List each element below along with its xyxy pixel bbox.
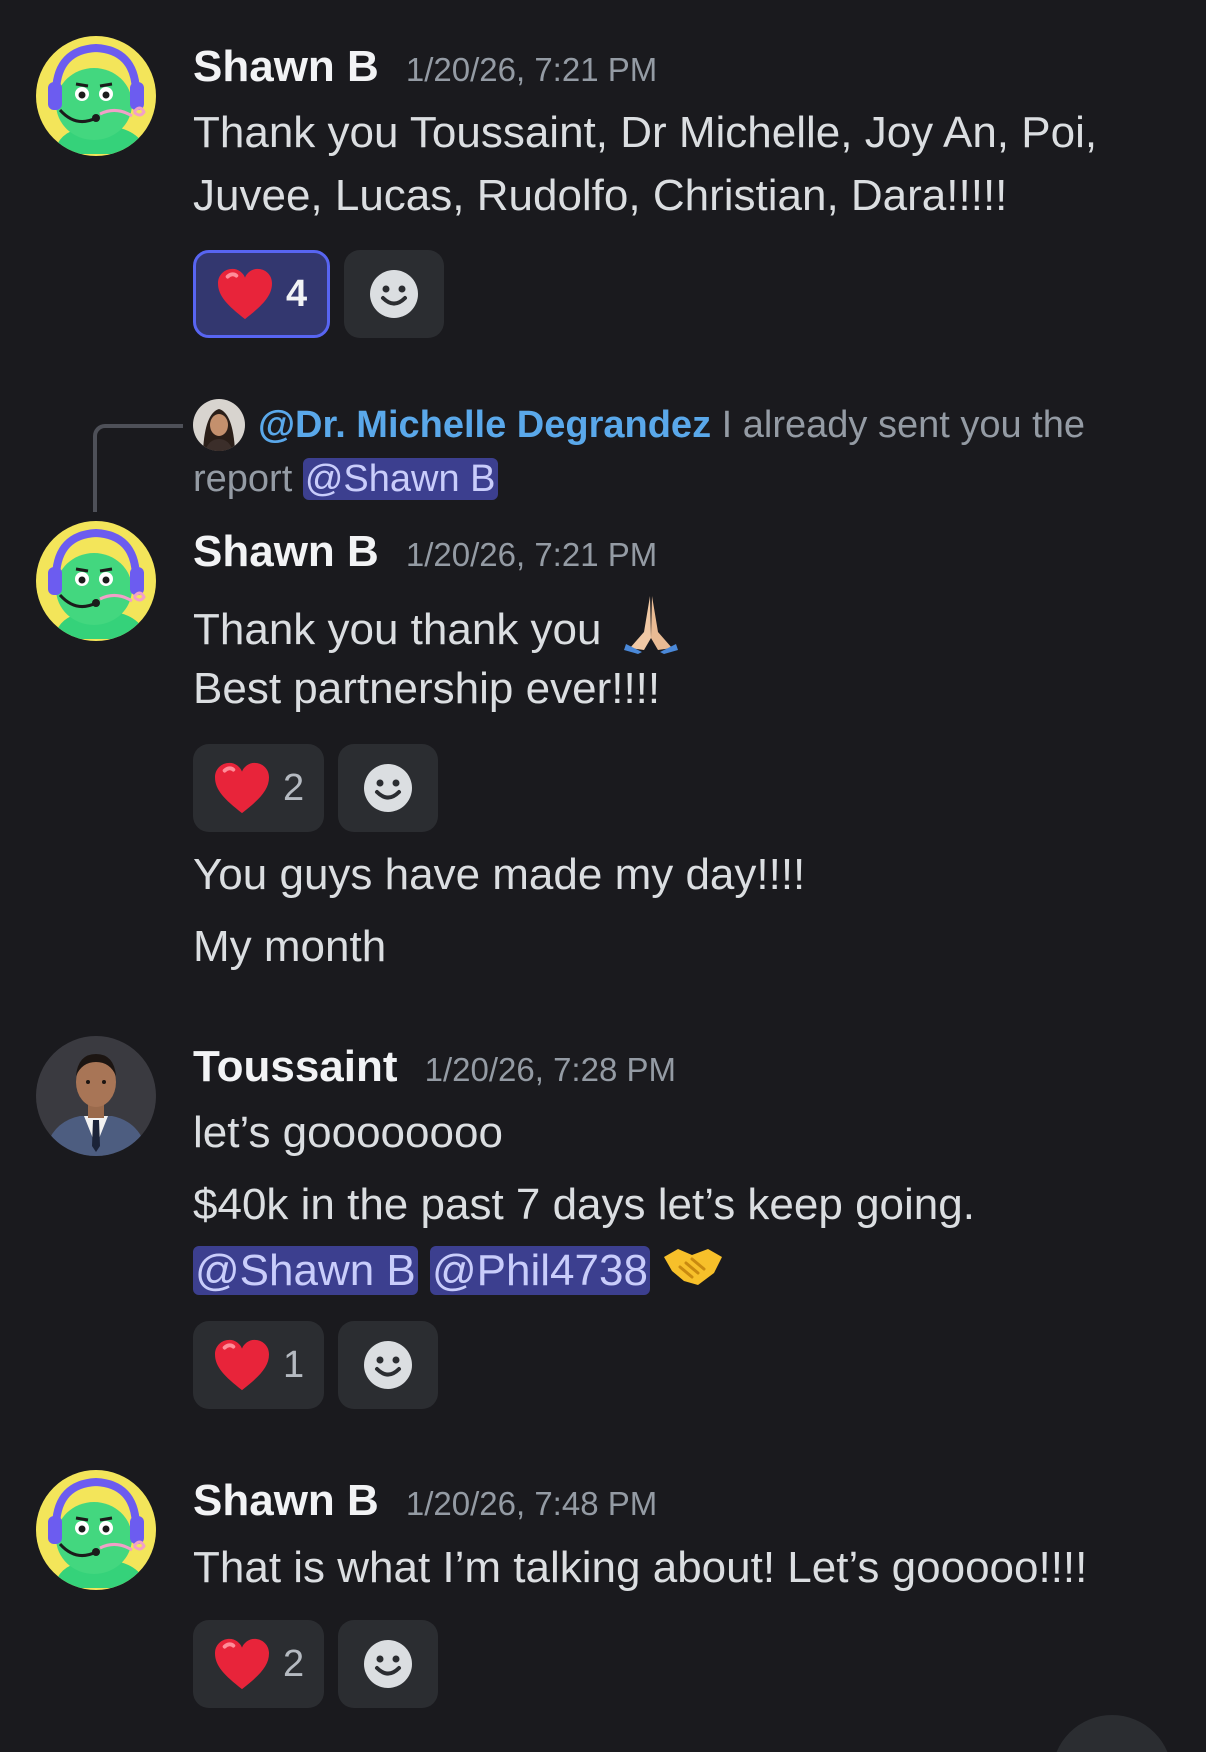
username[interactable]: Shawn B: [193, 527, 379, 576]
heart-emoji-icon: [213, 1338, 271, 1392]
reaction-count: 2: [283, 766, 305, 809]
handshake-emoji-icon: [664, 1249, 723, 1285]
message-text: let’s goooooooo: [193, 1108, 503, 1157]
mention[interactable]: @Shawn B: [193, 1246, 418, 1295]
reply-connector: [93, 424, 183, 512]
message-text: That is what I’m talking about! Let’s go…: [193, 1543, 1088, 1592]
message-text: You guys have made my day!!!!: [193, 850, 806, 899]
username[interactable]: Shawn B: [193, 42, 379, 91]
heart-emoji-icon: [213, 761, 271, 815]
heart-emoji-icon: [213, 1637, 271, 1691]
username[interactable]: Shawn B: [193, 1476, 379, 1525]
message-text: Thank you thank you: [193, 605, 602, 654]
message-text: $40k in the past 7 days let’s keep going…: [193, 1180, 975, 1229]
message-text-line: Thank you thank you: [193, 592, 682, 655]
reactions-bar: 2: [193, 744, 439, 832]
heart-emoji-icon: [216, 267, 274, 321]
add-reaction-button[interactable]: [344, 250, 445, 338]
mention[interactable]: @Phil4738: [430, 1246, 650, 1295]
reaction-heart[interactable]: 2: [193, 1620, 325, 1708]
smiley-face-icon: [368, 268, 420, 320]
chat-message-list: Shawn B 1/20/26, 7:21 PM Thank you Touss…: [0, 0, 1206, 1752]
reactions-bar: 1: [193, 1321, 439, 1409]
reaction-count: 1: [283, 1343, 305, 1386]
add-reaction-button[interactable]: [338, 1321, 439, 1409]
reaction-heart[interactable]: 2: [193, 744, 325, 832]
reaction-heart[interactable]: 1: [193, 1321, 325, 1409]
avatar[interactable]: [36, 1470, 156, 1590]
smiley-face-icon: [362, 1638, 414, 1690]
timestamp: 1/20/26, 7:48 PM: [405, 1485, 658, 1522]
add-reaction-button[interactable]: [338, 744, 439, 832]
user-avatar-icon: [36, 521, 156, 641]
timestamp: 1/20/26, 7:28 PM: [424, 1051, 676, 1088]
avatar[interactable]: [36, 521, 156, 641]
message-text: Thank you Toussaint, Dr Michelle, Joy An…: [193, 108, 1098, 157]
message-header: Shawn B 1/20/26, 7:48 PM: [193, 1476, 657, 1526]
message-header: Shawn B 1/20/26, 7:21 PM: [193, 42, 657, 92]
reaction-heart[interactable]: 4: [193, 250, 331, 338]
user-avatar-icon: [36, 36, 156, 156]
message-text: My month: [193, 922, 387, 971]
message-text: Best partnership ever!!!!: [193, 664, 661, 713]
reaction-count: 2: [283, 1642, 305, 1685]
praying-hands-emoji-icon: [623, 596, 678, 654]
avatar[interactable]: [36, 36, 156, 156]
message-header: Toussaint 1/20/26, 7:28 PM: [193, 1042, 676, 1092]
mention[interactable]: @Shawn B: [302, 458, 498, 500]
reply-author[interactable]: @Dr. Michelle Degrandez: [258, 404, 711, 446]
avatar[interactable]: [36, 1036, 156, 1156]
timestamp: 1/20/26, 7:21 PM: [405, 51, 658, 88]
message-header: Shawn B 1/20/26, 7:21 PM: [193, 527, 657, 577]
add-reaction-button[interactable]: [338, 1620, 439, 1708]
jump-to-present-button[interactable]: [1052, 1715, 1172, 1752]
smiley-face-icon: [362, 762, 414, 814]
reaction-count: 4: [286, 272, 308, 315]
username[interactable]: Toussaint: [193, 1042, 398, 1091]
timestamp: 1/20/26, 7:21 PM: [405, 536, 658, 573]
user-avatar-icon: [36, 1470, 156, 1590]
smiley-face-icon: [362, 1339, 414, 1391]
message-mentions-line: @Shawn B @Phil4738: [193, 1241, 724, 1296]
message-text: Juvee, Lucas, Rudolfo, Christian, Dara!!…: [193, 171, 1008, 220]
reactions-bar: 2: [193, 1620, 439, 1708]
reactions-bar: 4: [193, 250, 445, 338]
user-avatar-icon: [36, 1036, 156, 1156]
reply-preview[interactable]: @Dr. Michelle Degrandez I already sent y…: [193, 398, 1153, 506]
